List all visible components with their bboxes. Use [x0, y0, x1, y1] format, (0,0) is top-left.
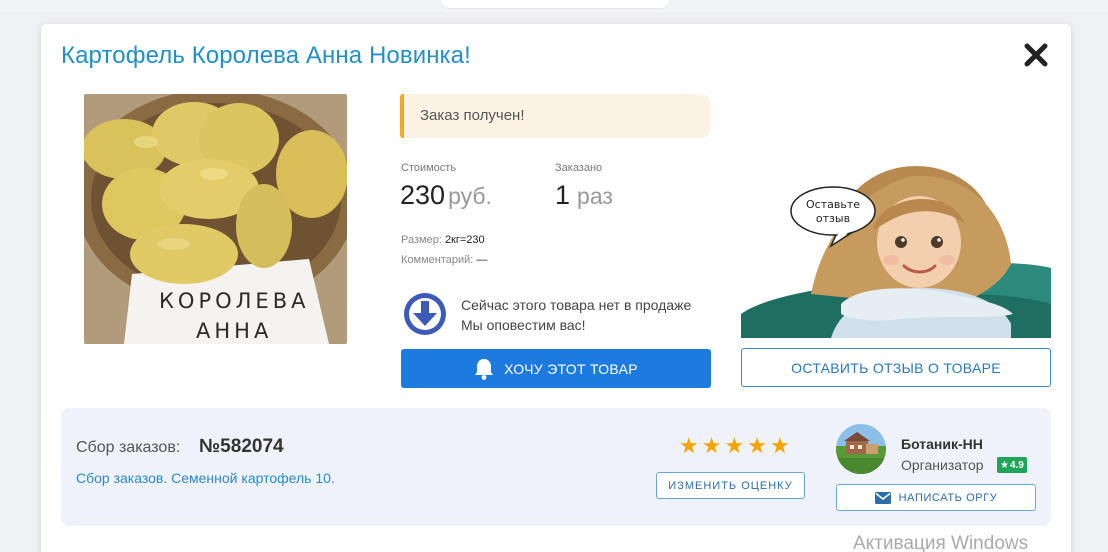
comment-value: —	[476, 254, 488, 266]
product-title: Картофель Королева Анна Новинка!	[61, 42, 471, 69]
size-line: Размер: 2кг=230	[401, 234, 485, 246]
star-icon: ★	[1000, 459, 1009, 471]
organizer-role: Организатор	[901, 457, 984, 473]
write-organizer-label: НАПИСАТЬ ОРГУ	[898, 491, 998, 504]
ordered-label: Заказано	[555, 162, 603, 174]
product-modal: Картофель Королева Анна Новинка! КОРОЛЕВ…	[41, 24, 1071, 552]
cost-value: 230	[400, 180, 446, 210]
top-strip	[0, 0, 1108, 12]
rating-stars[interactable]: ★ ★ ★ ★ ★	[679, 435, 790, 457]
photo-sign-line2: АННА	[196, 319, 272, 343]
want-product-button[interactable]: ХОЧУ ЭТОТ ТОВАР	[401, 349, 711, 388]
organizer-rating-badge: ★ 4.9	[997, 457, 1027, 473]
organizer-rating: 4.9	[1009, 459, 1024, 471]
comment-label: Комментарий:	[401, 254, 474, 266]
collection-link[interactable]: Сбор заказов. Семенной картофель 10.	[76, 470, 335, 486]
organizer-avatar[interactable]	[836, 424, 886, 474]
cost-amount: 230 руб.	[400, 180, 492, 211]
comment-line: Комментарий: —	[401, 254, 487, 266]
envelope-icon	[874, 491, 891, 504]
size-value: 2кг=230	[444, 234, 485, 246]
write-organizer-button[interactable]: НАПИСАТЬ ОРГУ	[836, 484, 1036, 511]
windows-activation-watermark: Активация Windows	[853, 533, 1029, 552]
star-icon[interactable]: ★	[747, 435, 767, 457]
availability-line1: Сейчас этого товара нет в продаже	[461, 297, 692, 313]
order-status-banner: Заказ получен!	[400, 94, 711, 138]
collection-number: №582074	[199, 436, 284, 457]
change-rating-button[interactable]: ИЗМЕНИТЬ ОЦЕНКУ	[656, 472, 805, 499]
want-product-label: ХОЧУ ЭТОТ ТОВАР	[504, 360, 638, 377]
availability-line2: Мы оповестим вас!	[461, 317, 586, 333]
leave-review-button[interactable]: ОСТАВИТЬ ОТЗЫВ О ТОВАРЕ	[741, 348, 1051, 387]
bubble-line2: отзыв	[816, 212, 850, 225]
photo-sign-line1: КОРОЛЕВА	[159, 289, 309, 313]
star-icon[interactable]: ★	[679, 435, 699, 457]
collection-box: Сбор заказов: №582074 Сбор заказов. Семе…	[61, 408, 1051, 526]
organizer-name[interactable]: Ботаник-НН	[901, 436, 983, 452]
cost-unit: руб.	[448, 183, 492, 209]
star-icon[interactable]: ★	[724, 435, 744, 457]
size-label: Размер:	[401, 234, 442, 246]
order-status-text: Заказ получен!	[420, 107, 525, 124]
review-illustration: Оставьте отзыв	[741, 164, 1051, 338]
ordered-unit: раз	[577, 183, 613, 209]
ordered-value: 1	[555, 180, 571, 210]
top-tab	[440, 0, 670, 8]
ordered-amount: 1 раз	[555, 180, 613, 211]
availability-notice: Сейчас этого товара нет в продаже Мы опо…	[461, 295, 691, 335]
star-icon[interactable]: ★	[702, 435, 722, 457]
arrow-down-circle-icon	[403, 292, 447, 336]
close-icon	[1024, 43, 1048, 67]
leave-review-label: ОСТАВИТЬ ОТЗЫВ О ТОВАРЕ	[791, 359, 1001, 376]
change-rating-label: ИЗМЕНИТЬ ОЦЕНКУ	[668, 479, 793, 492]
collection-label: Сбор заказов:	[76, 439, 181, 456]
cost-label: Стоимость	[401, 162, 457, 174]
product-photo: КОРОЛЕВА АННА	[84, 94, 347, 344]
close-button[interactable]	[1023, 42, 1049, 68]
bell-icon	[475, 358, 494, 380]
star-icon[interactable]: ★	[770, 435, 790, 457]
bubble-line1: Оставьте	[806, 198, 860, 211]
